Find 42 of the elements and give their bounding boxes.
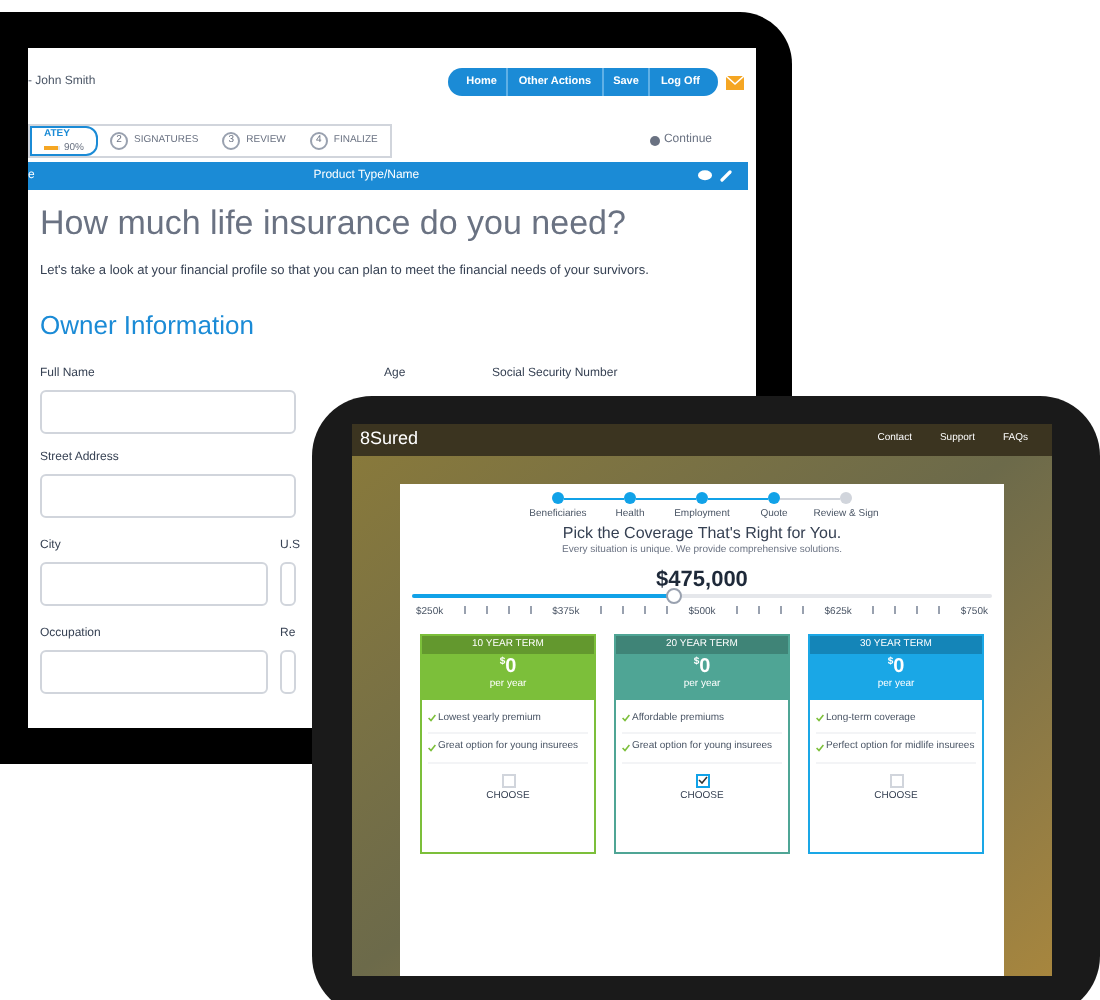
checkmark-icon bbox=[697, 776, 707, 784]
tick-mark bbox=[938, 606, 941, 614]
coverage-title: Pick the Coverage That's Right for You. bbox=[562, 523, 842, 542]
input-field[interactable] bbox=[40, 473, 296, 518]
tick-mark bbox=[599, 606, 602, 614]
tick-mark bbox=[894, 606, 897, 614]
check-icon bbox=[816, 743, 824, 752]
input-field[interactable] bbox=[280, 649, 296, 694]
tick-mark bbox=[780, 606, 783, 614]
page-heading: How much life insurance do you need? bbox=[40, 202, 626, 247]
chat-bubble-icon[interactable] bbox=[697, 170, 712, 183]
tick-mark bbox=[507, 606, 510, 614]
input-field[interactable] bbox=[40, 389, 296, 434]
slider-thumb[interactable] bbox=[665, 588, 681, 604]
plan-price: 0 bbox=[505, 658, 517, 678]
choose-checkbox[interactable] bbox=[695, 773, 709, 787]
tick-mark bbox=[621, 606, 624, 614]
tick-mark bbox=[916, 606, 919, 614]
check-icon bbox=[816, 714, 824, 723]
tick-mark bbox=[666, 606, 669, 614]
plan-price: 0 bbox=[893, 658, 905, 678]
check-icon bbox=[428, 714, 436, 723]
tick-mark bbox=[758, 606, 760, 614]
mail-icon[interactable] bbox=[726, 75, 744, 90]
check-icon bbox=[428, 743, 436, 752]
continue-icon bbox=[649, 136, 660, 147]
input-field[interactable] bbox=[280, 561, 296, 606]
tick-mark bbox=[485, 606, 488, 614]
check-icon bbox=[622, 743, 630, 752]
section-heading: Owner Information bbox=[40, 308, 256, 345]
tick-mark bbox=[463, 606, 466, 614]
check-icon bbox=[622, 714, 630, 723]
site-logo: 8Sured bbox=[360, 426, 419, 453]
plan-price: 0 bbox=[699, 658, 711, 678]
tick-mark bbox=[872, 606, 874, 614]
tick-mark bbox=[735, 606, 738, 614]
tick-mark bbox=[644, 606, 646, 614]
coverage-amount: $475,000 bbox=[656, 570, 748, 592]
input-field[interactable] bbox=[40, 561, 268, 606]
tick-mark bbox=[530, 606, 532, 614]
input-field[interactable] bbox=[40, 649, 268, 694]
tick-mark bbox=[802, 606, 805, 614]
